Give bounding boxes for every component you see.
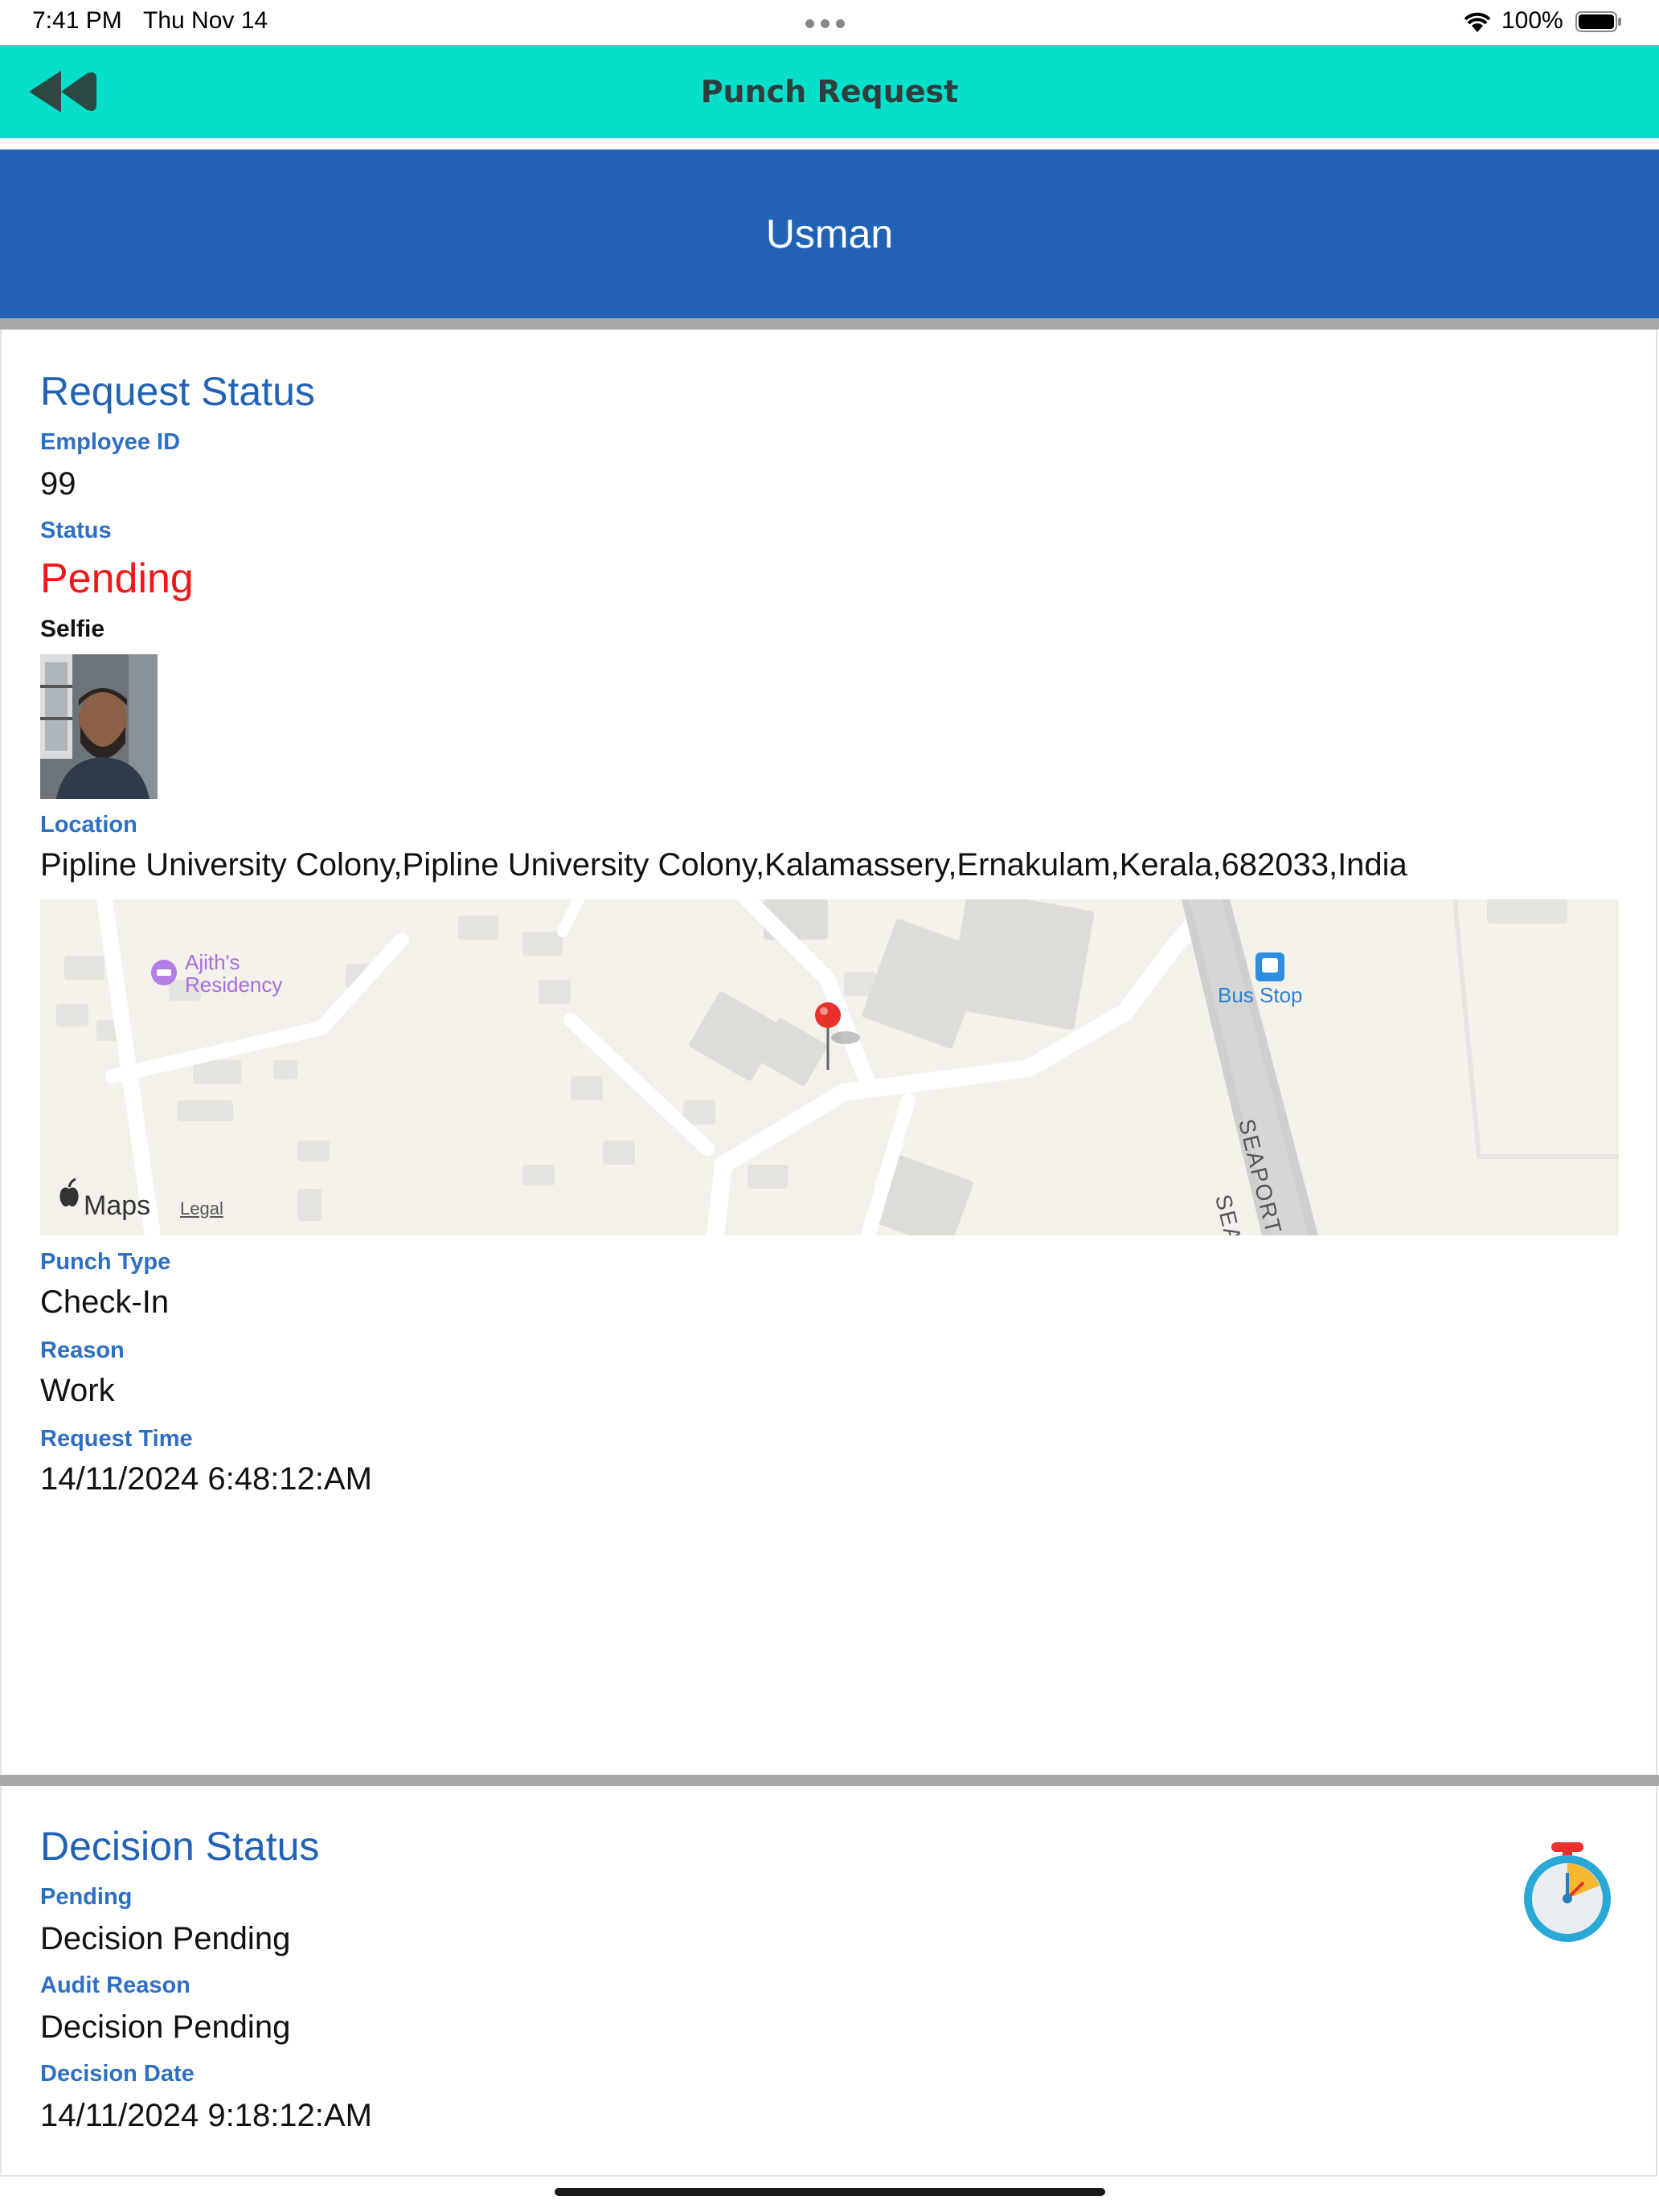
request-time-value: 14/11/2024 6:48:12:AM	[40, 1461, 372, 1497]
selfie-label: Selfie	[40, 616, 105, 642]
audit-reason-label: Audit Reason	[40, 1972, 190, 1998]
user-name: Usman	[765, 211, 894, 256]
divider	[0, 1775, 1659, 1786]
navigation-bar: Punch Request	[0, 45, 1659, 138]
multitasking-dots-icon[interactable]	[805, 18, 854, 28]
punch-type-value: Check-In	[40, 1284, 170, 1320]
decision-date-value: 14/11/2024 9:18:12:AM	[40, 2098, 372, 2133]
employee-id-label: Employee ID	[40, 429, 181, 455]
decision-status-title: Decision Status	[40, 1824, 320, 1869]
location-label: Location	[40, 812, 137, 838]
wifi-icon	[1464, 12, 1491, 32]
status-label: Status	[40, 518, 112, 543]
poi-label-bus-stop: Bus Stop	[1218, 983, 1303, 1007]
pending-value: Decision Pending	[40, 1921, 291, 1956]
status-time: 7:41 PM	[32, 7, 122, 34]
pending-label: Pending	[40, 1884, 133, 1910]
user-banner: Usman	[0, 150, 1659, 318]
battery-percent: 100%	[1501, 7, 1563, 34]
page-title: Punch Request	[700, 74, 959, 109]
status-bar: 7:41 PM Thu Nov 14 100%	[0, 0, 1659, 45]
rewind-icon[interactable]	[29, 69, 98, 114]
divider	[0, 318, 1659, 330]
maps-attribution: Maps	[84, 1190, 151, 1221]
poi-label-residency: Ajith's Residency	[185, 950, 283, 997]
status-value: Pending	[40, 555, 194, 602]
home-indicator[interactable]	[555, 2188, 1105, 2196]
decision-date-label: Decision Date	[40, 2061, 195, 2087]
selfie-photo[interactable]	[40, 654, 158, 799]
stopwatch-icon	[1524, 1842, 1611, 1942]
battery-icon	[1575, 11, 1621, 32]
request-status-title: Request Status	[40, 369, 315, 414]
punch-type-label: Punch Type	[40, 1249, 171, 1275]
divider	[0, 138, 1659, 150]
audit-reason-value: Decision Pending	[40, 2009, 291, 2045]
reason-label: Reason	[40, 1337, 125, 1363]
location-value: Pipline University Colony,Pipline Univer…	[40, 847, 1407, 883]
location-map[interactable]: Ajith's Residency Bus Stop SEAPORT AIR S…	[40, 899, 1619, 1235]
employee-id-value: 99	[40, 466, 76, 502]
reason-value: Work	[40, 1373, 115, 1408]
status-date: Thu Nov 14	[143, 7, 268, 34]
request-time-label: Request Time	[40, 1426, 193, 1452]
legal-link[interactable]: Legal	[180, 1198, 223, 1219]
